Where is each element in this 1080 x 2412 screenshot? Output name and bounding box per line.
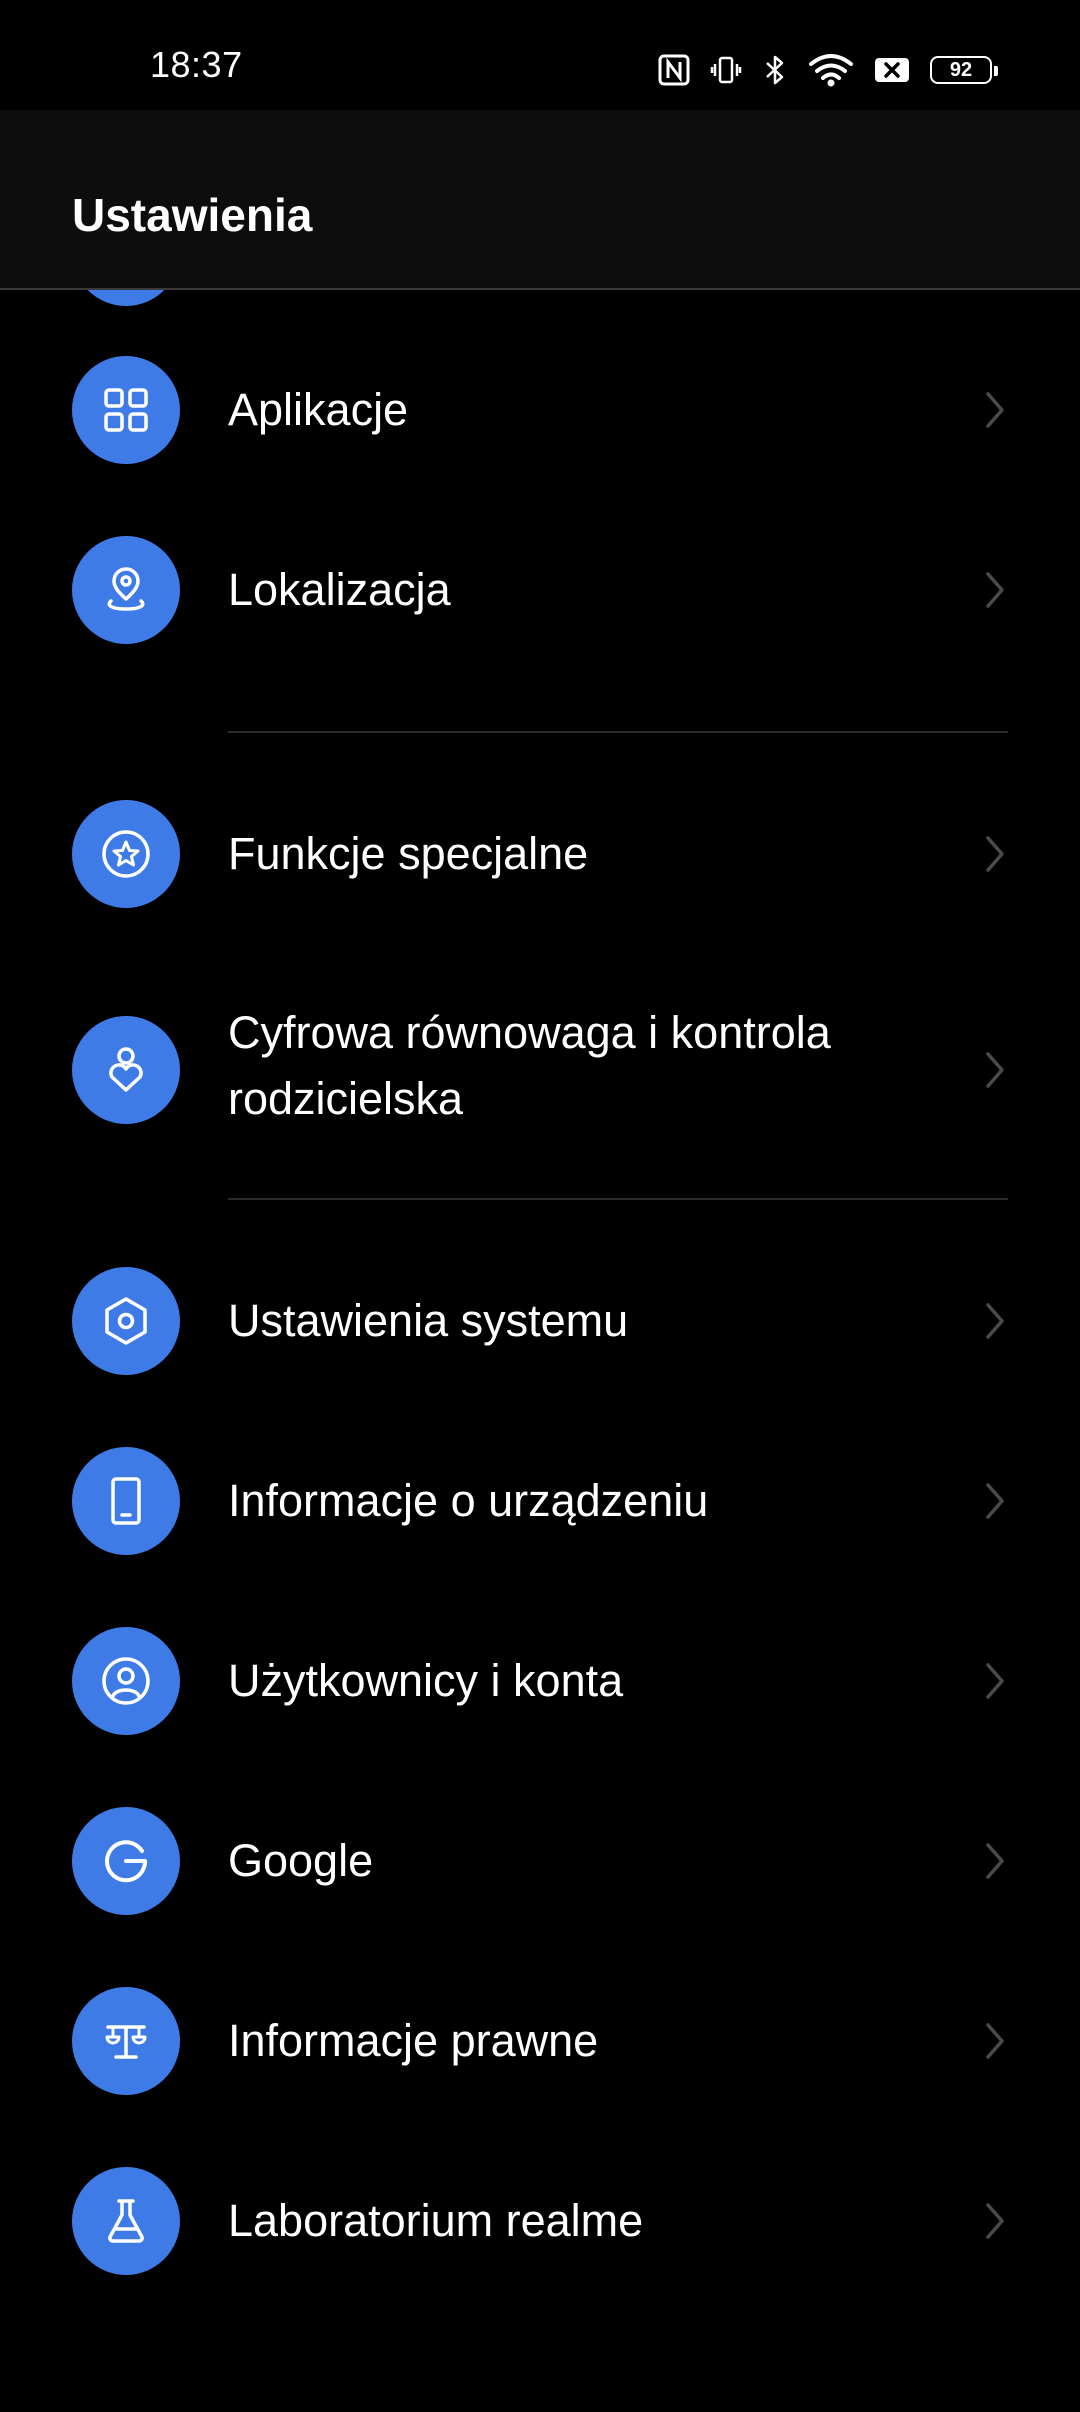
settings-item-system-settings[interactable]: Ustawienia systemu	[0, 1261, 1080, 1381]
section-divider	[228, 731, 1008, 733]
sim-off-icon	[874, 55, 910, 85]
chevron-right-icon	[980, 1050, 1010, 1095]
user-account-icon	[72, 1627, 180, 1735]
settings-item-location[interactable]: Lokalizacja	[0, 530, 1080, 650]
location-pin-icon	[72, 536, 180, 644]
page-title: Ustawienia	[72, 189, 313, 241]
vibrate-icon	[710, 54, 742, 86]
phone-device-icon	[72, 1447, 180, 1555]
partial-row-icon	[72, 290, 180, 306]
settings-item-digital-wellbeing[interactable]: Cyfrowa równowaga i kontrola rodzicielsk…	[0, 970, 1080, 1170]
battery-level: 92	[949, 58, 973, 81]
legal-scales-icon	[72, 1987, 180, 2095]
settings-item-label: Ustawienia systemu	[228, 1295, 629, 1346]
chevron-right-icon	[980, 1841, 1010, 1886]
settings-item-label: Lokalizacja	[228, 564, 451, 615]
google-g-icon	[72, 1807, 180, 1915]
nfc-icon	[658, 54, 690, 86]
chevron-right-icon	[980, 1481, 1010, 1526]
settings-item-special-features[interactable]: Funkcje specjalne	[0, 794, 1080, 914]
digital-wellbeing-icon	[72, 1016, 180, 1124]
status-icons: 92	[658, 48, 998, 92]
status-bar: 18:37 92	[0, 0, 1080, 110]
settings-item-apps[interactable]: Aplikacje	[0, 350, 1080, 470]
chevron-right-icon	[980, 2201, 1010, 2246]
wifi-icon	[808, 52, 854, 88]
chevron-right-icon	[980, 390, 1010, 435]
settings-item-label: Informacje o urządzeniu	[228, 1475, 709, 1526]
section-divider	[228, 1198, 1008, 1200]
chevron-right-icon	[980, 1661, 1010, 1706]
settings-item-realme-lab[interactable]: Laboratorium realme	[0, 2161, 1080, 2281]
settings-item-device-info[interactable]: Informacje o urządzeniu	[0, 1441, 1080, 1561]
settings-item-label: Aplikacje	[228, 384, 409, 435]
chevron-right-icon	[980, 570, 1010, 615]
settings-item-label: Informacje prawne	[228, 2015, 599, 2066]
app-bar: Ustawienia	[0, 110, 1080, 290]
settings-item-legal-info[interactable]: Informacje prawne	[0, 1981, 1080, 2101]
lab-flask-icon	[72, 2167, 180, 2275]
chevron-right-icon	[980, 2021, 1010, 2066]
settings-item-label: Laboratorium realme	[228, 2195, 644, 2246]
chevron-right-icon	[980, 834, 1010, 879]
settings-item-label: Funkcje specjalne	[228, 828, 589, 879]
settings-item-google[interactable]: Google	[0, 1801, 1080, 1921]
apps-grid-icon	[72, 356, 180, 464]
hexagon-settings-icon	[72, 1267, 180, 1375]
bluetooth-icon	[762, 53, 788, 87]
settings-item-label: Cyfrowa równowaga i kontrola rodzicielsk…	[228, 1007, 831, 1124]
settings-item-label: Google	[228, 1835, 374, 1886]
settings-item-label: Użytkownicy i konta	[228, 1655, 624, 1706]
settings-list[interactable]: Aplikacje Lokalizacja Funkcje specjalne	[0, 290, 1080, 2412]
settings-item-users-accounts[interactable]: Użytkownicy i konta	[0, 1621, 1080, 1741]
chevron-right-icon	[980, 1301, 1010, 1346]
battery-icon: 92	[930, 56, 998, 84]
star-circle-icon	[72, 800, 180, 908]
status-time: 18:37	[150, 44, 243, 85]
